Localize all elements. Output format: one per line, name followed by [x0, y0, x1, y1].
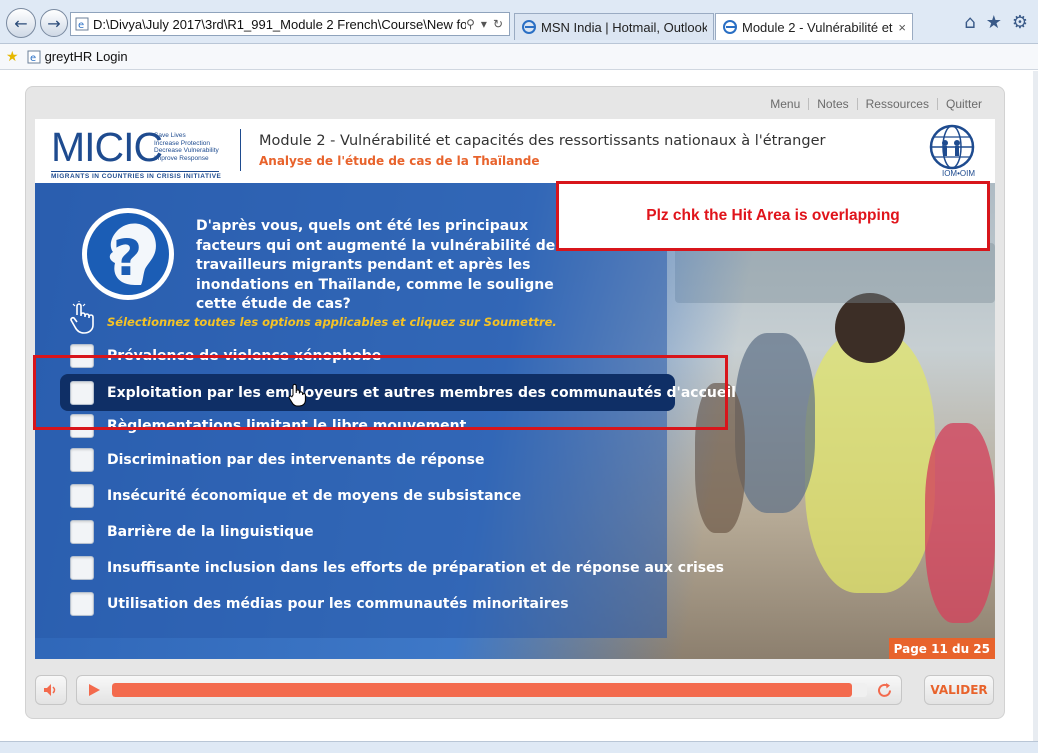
play-icon[interactable]	[87, 683, 101, 697]
page-scrollbar[interactable]	[1033, 71, 1038, 741]
svg-text:e: e	[78, 20, 84, 31]
home-icon[interactable]: ⌂	[964, 12, 975, 33]
close-tab-icon[interactable]: ×	[898, 20, 906, 35]
browser-bottom-frame	[0, 741, 1038, 753]
progress-track[interactable]	[112, 683, 867, 697]
header-divider	[240, 129, 241, 171]
progress-fill	[112, 683, 852, 697]
dropdown-icon[interactable]: ▾	[481, 17, 487, 31]
player-top-menu: Menu Notes Ressources Quitter	[762, 97, 990, 111]
refresh-icon[interactable]: ↻	[493, 17, 503, 31]
slide-header: MICIC Save Lives Increase Protection Dec…	[35, 119, 995, 183]
resources-link[interactable]: Ressources	[858, 97, 937, 111]
back-button[interactable]: ←	[6, 8, 36, 38]
address-text: D:\Divya\July 2017\3rd\R1_991_Module 2 F…	[93, 16, 467, 32]
question-mark-icon: ?	[82, 208, 174, 300]
ie-page-icon: e	[27, 50, 41, 64]
arrow-right-icon: →	[47, 13, 61, 33]
page-indicator: Page 11 du 25	[888, 638, 995, 659]
favorites-star-icon[interactable]: ★	[986, 12, 1002, 33]
menu-link[interactable]: Menu	[762, 97, 808, 111]
submit-button[interactable]: VALIDER	[924, 675, 994, 705]
pointer-hand-icon	[70, 301, 94, 334]
micic-logo: MICIC Save Lives Increase Protection Dec…	[51, 124, 222, 180]
progress-bar[interactable]	[76, 675, 902, 705]
module-subtitle: Analyse de l'étude de cas de la Thaïland…	[259, 154, 540, 168]
quit-link[interactable]: Quitter	[938, 97, 990, 111]
option-checkbox[interactable]	[70, 484, 94, 508]
ie-tab-icon	[723, 20, 737, 34]
ie-page-icon: e	[75, 17, 89, 31]
favorite-greythr-link[interactable]: greytHR Login	[45, 49, 128, 64]
tab-module-2[interactable]: Module 2 - Vulnérabilité et ... ×	[715, 13, 913, 40]
speaker-icon	[44, 684, 56, 696]
tab-msn[interactable]: MSN India | Hotmail, Outlook, ...	[514, 13, 714, 40]
browser-toolbar: ← → e D:\Divya\July 2017\3rd\R1_991_Modu…	[0, 0, 1038, 44]
svg-text:?: ?	[113, 229, 142, 287]
option-4[interactable]: Discrimination par des intervenants de r…	[60, 443, 484, 477]
instruction-text: Sélectionnez toutes les options applicab…	[107, 315, 557, 329]
option-checkbox[interactable]	[70, 520, 94, 544]
module-title: Module 2 - Vulnérabilité et capacités de…	[259, 133, 826, 149]
option-checkbox[interactable]	[70, 556, 94, 580]
mute-button[interactable]	[35, 675, 67, 705]
hit-area-highlight	[33, 355, 728, 430]
option-6[interactable]: Barrière de la linguistique	[60, 515, 314, 549]
player-controls: VALIDER	[35, 673, 995, 707]
arrow-left-icon: ←	[14, 13, 28, 33]
search-icon[interactable]: ⚲	[466, 17, 475, 31]
question-text: D'après vous, quels ont été les principa…	[196, 218, 564, 312]
option-checkbox[interactable]	[70, 592, 94, 616]
replay-icon[interactable]	[876, 682, 893, 699]
svg-text:e: e	[30, 53, 36, 64]
iom-label: IOM•OIM	[941, 169, 975, 178]
address-bar[interactable]: e D:\Divya\July 2017\3rd\R1_991_Module 2…	[70, 12, 510, 36]
option-7[interactable]: Insuffisante inclusion dans les efforts …	[60, 551, 724, 585]
gear-icon[interactable]: ⚙	[1012, 12, 1028, 33]
ie-tab-icon	[522, 20, 536, 34]
option-8[interactable]: Utilisation des médias pour les communau…	[60, 587, 569, 621]
option-checkbox[interactable]	[70, 448, 94, 472]
notes-link[interactable]: Notes	[809, 97, 856, 111]
forward-button[interactable]: →	[40, 9, 68, 37]
favorites-bar: ★ e greytHR Login	[0, 44, 1038, 70]
favorites-icon[interactable]: ★	[6, 48, 19, 65]
option-5[interactable]: Insécurité économique et de moyens de su…	[60, 479, 521, 513]
review-comment-box: Plz chk the Hit Area is overlapping	[556, 181, 990, 251]
